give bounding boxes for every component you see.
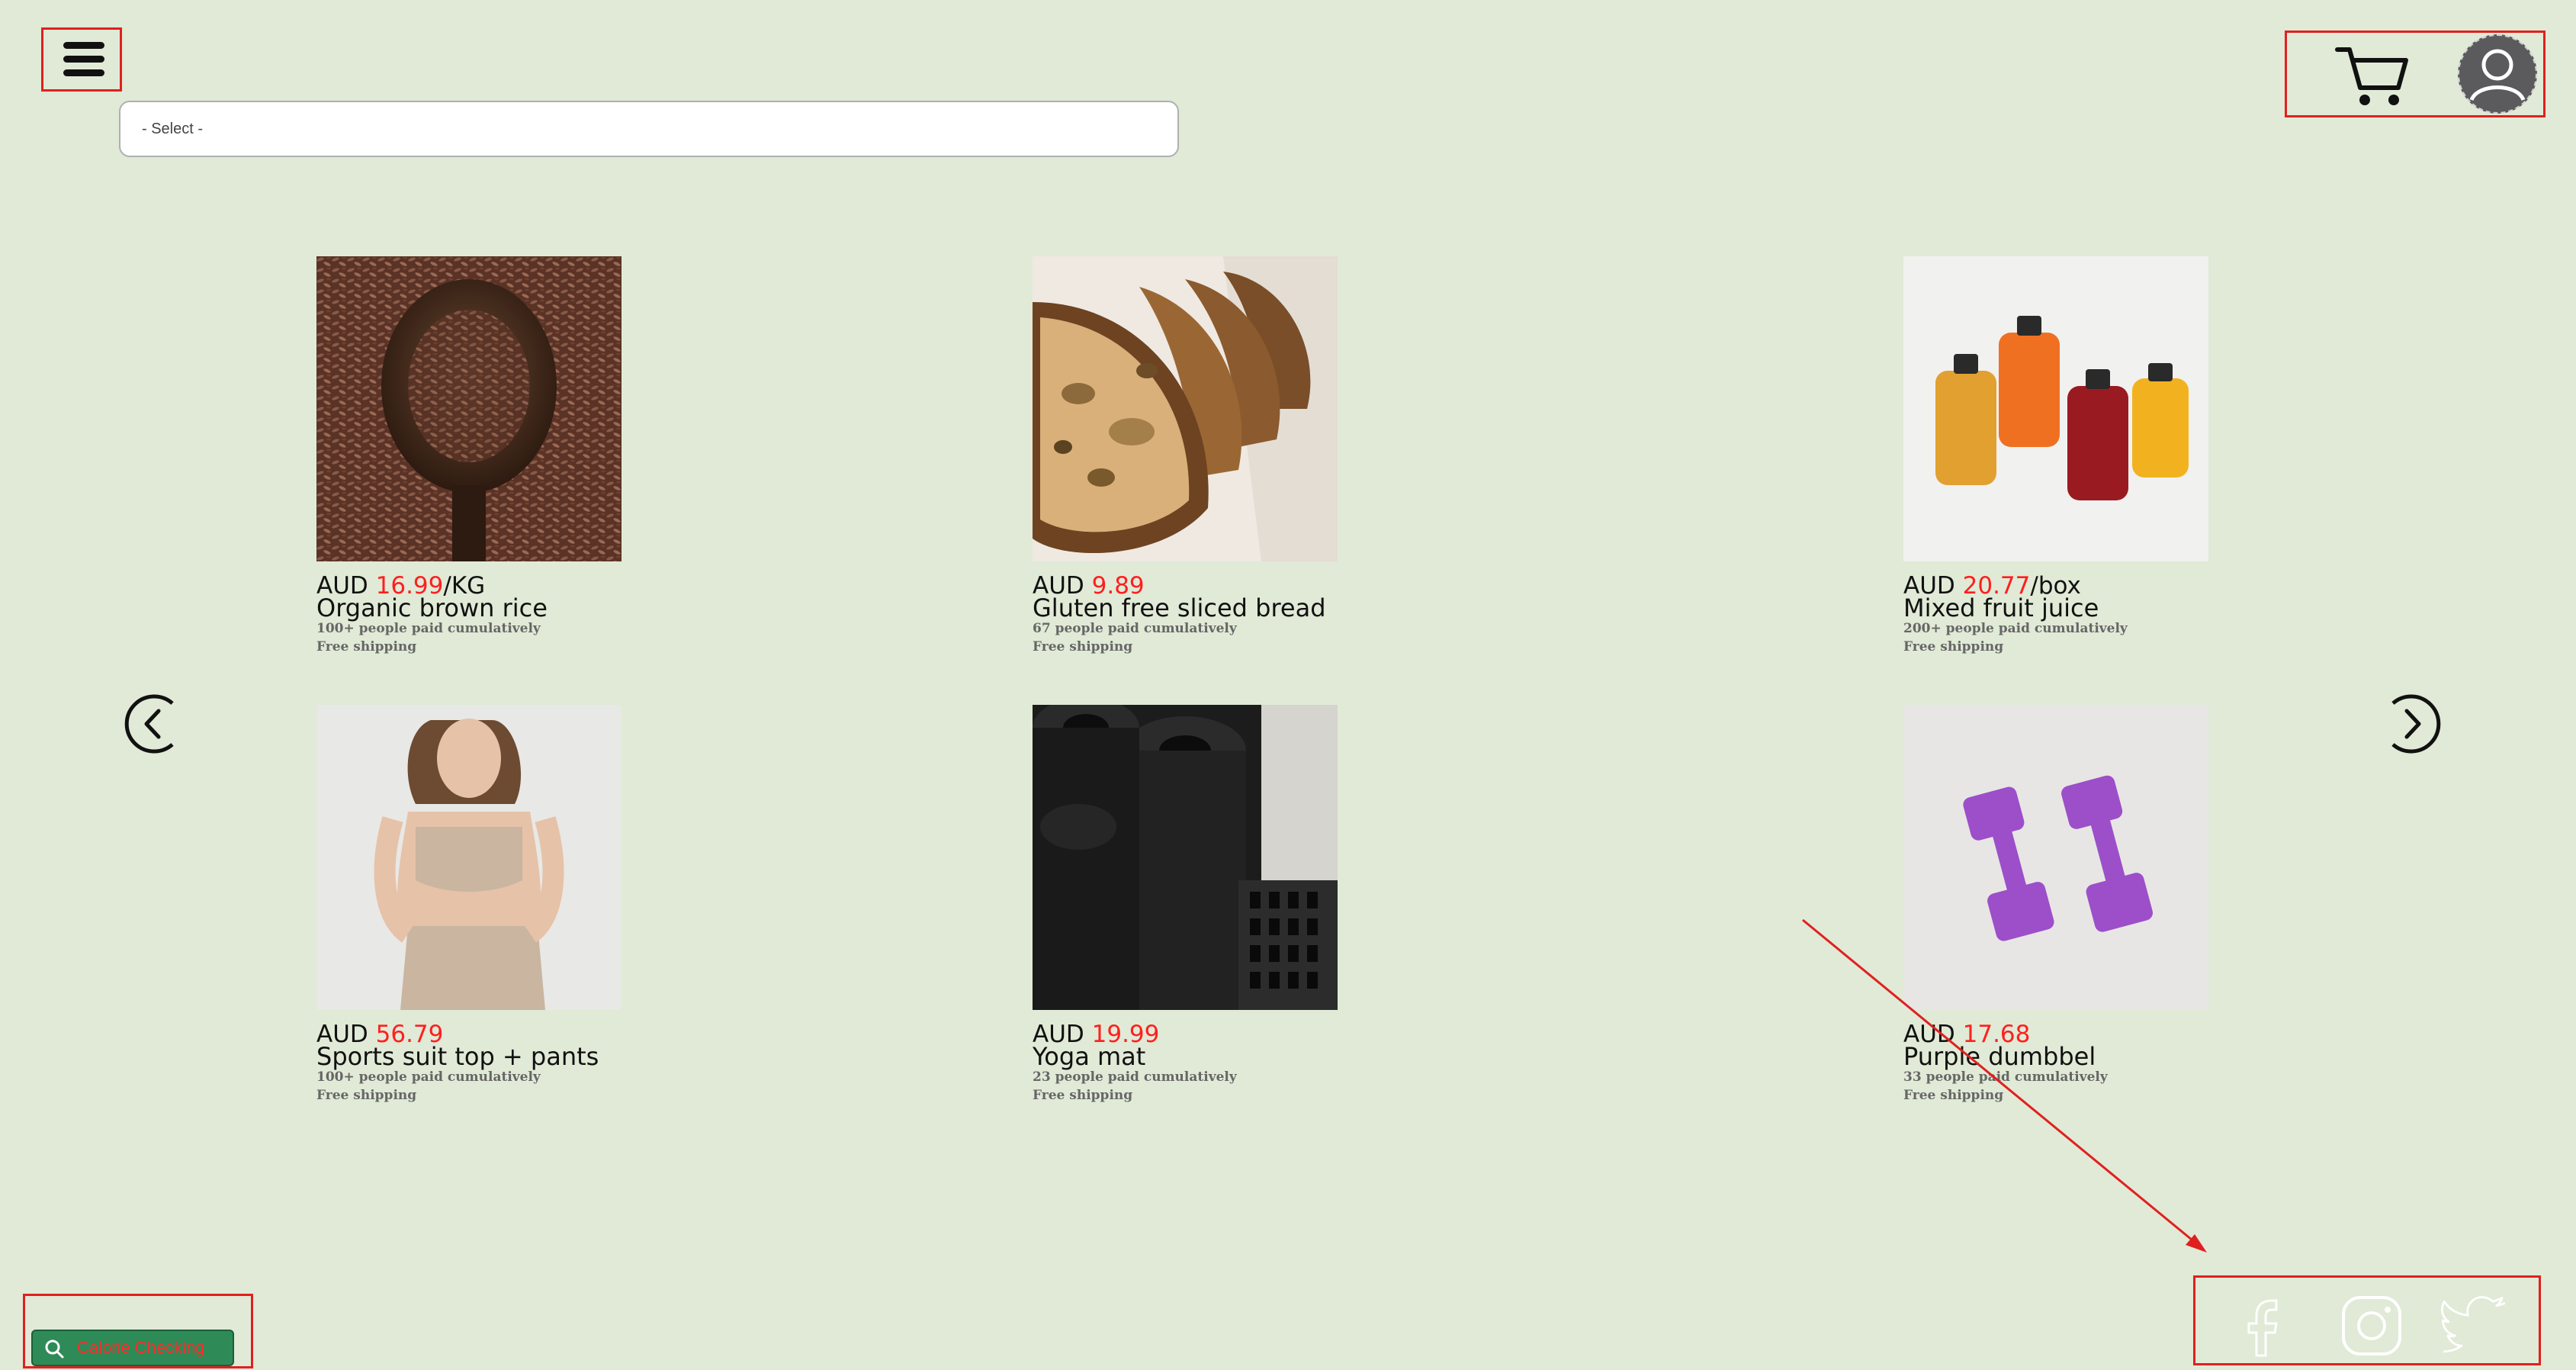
product-card[interactable]: AUD 20.77/box Mixed fruit juice 200+ peo… [1903, 256, 2224, 656]
purple-dumbbells-image[interactable] [1903, 705, 2208, 1010]
yoga-mats-image[interactable] [1033, 705, 1338, 1010]
calorie-highlight: Calorie Checking [23, 1294, 253, 1368]
facebook-icon[interactable] [2232, 1293, 2298, 1359]
category-select[interactable]: - Select - [119, 101, 1179, 157]
shipping-info: Free shipping [1033, 639, 1133, 654]
shipping-info: Free shipping [316, 1088, 417, 1103]
product-card[interactable]: AUD 56.79 Sports suit top + pants 100+ p… [316, 705, 637, 1105]
shipping-info: Free shipping [1903, 639, 2004, 654]
calorie-checking-button[interactable]: Calorie Checking [31, 1330, 234, 1366]
social-highlight [2193, 1275, 2541, 1365]
sales-count: 33 people paid cumulatively [1903, 1069, 2108, 1085]
sports-suit-image[interactable] [316, 705, 622, 1010]
product-name[interactable]: Yoga mat [1033, 1044, 1353, 1069]
shipping-info: Free shipping [1033, 1088, 1133, 1103]
sliced-bread-image[interactable] [1033, 256, 1338, 561]
instagram-icon[interactable] [2339, 1293, 2404, 1359]
product-name[interactable]: Organic brown rice [316, 596, 637, 620]
chevron-right-icon[interactable] [2382, 690, 2443, 758]
shipping-info: Free shipping [316, 639, 417, 654]
product-name[interactable]: Mixed fruit juice [1903, 596, 2224, 620]
cart-icon[interactable] [2334, 42, 2411, 111]
product-card[interactable]: AUD 16.99/KG Organic brown rice 100+ peo… [316, 256, 637, 656]
brown-rice-image[interactable] [316, 256, 622, 561]
product-card[interactable]: AUD 9.89 Gluten free sliced bread 67 peo… [1033, 256, 1353, 656]
product-name[interactable]: Gluten free sliced bread [1033, 596, 1353, 620]
sales-count: 200+ people paid cumulatively [1903, 621, 2128, 636]
chevron-left-icon[interactable] [122, 690, 183, 758]
menu-highlight [41, 27, 122, 92]
twitter-icon[interactable] [2441, 1293, 2507, 1359]
annotation-arrow [1802, 918, 2207, 1253]
juice-bottles-image[interactable] [1903, 256, 2208, 561]
product-card[interactable]: AUD 19.99 Yoga mat 23 people paid cumula… [1033, 705, 1353, 1105]
sales-count: 100+ people paid cumulatively [316, 621, 541, 636]
shipping-info: Free shipping [1903, 1088, 2004, 1103]
search-icon [45, 1339, 64, 1359]
product-name[interactable]: Sports suit top + pants [316, 1044, 637, 1069]
sales-count: 23 people paid cumulatively [1033, 1069, 1237, 1085]
product-card[interactable]: AUD 17.68 Purple dumbbel 33 people paid … [1903, 705, 2224, 1105]
calorie-checking-label: Calorie Checking [77, 1338, 205, 1357]
account-highlight [2285, 31, 2545, 117]
product-name[interactable]: Purple dumbbel [1903, 1044, 2224, 1069]
hamburger-menu-icon[interactable] [63, 42, 104, 77]
user-avatar-icon[interactable] [2458, 34, 2537, 114]
